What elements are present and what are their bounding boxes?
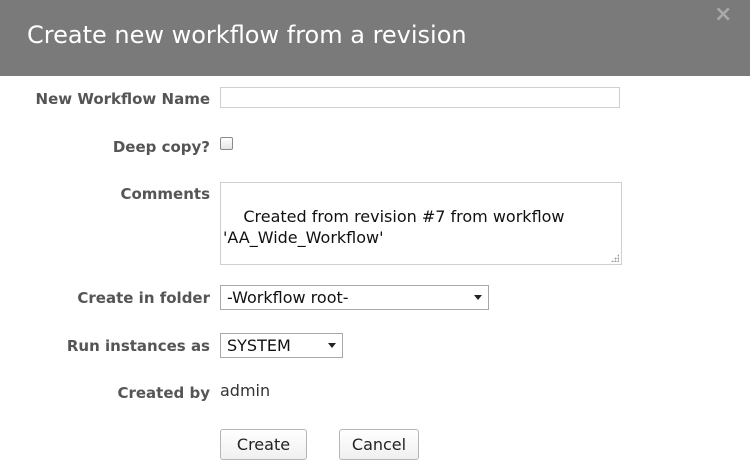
run-as-select[interactable]: SYSTEM xyxy=(220,333,343,358)
deep-copy-checkbox[interactable] xyxy=(220,137,233,150)
comments-text: Created from revision #7 from workflow '… xyxy=(223,207,570,247)
folder-select-value: -Workflow root- xyxy=(227,288,349,307)
created-by-label: Created by xyxy=(117,384,210,402)
workflow-name-input[interactable] xyxy=(220,87,620,108)
resize-grip-icon[interactable] xyxy=(611,254,619,262)
dialog-titlebar: Create new workflow from a revision × xyxy=(0,0,750,76)
chevron-down-icon xyxy=(474,295,482,300)
create-workflow-dialog: Create new workflow from a revision × Ne… xyxy=(0,0,750,470)
created-by-value: admin xyxy=(220,381,271,400)
deep-copy-label: Deep copy? xyxy=(112,138,210,156)
comments-label: Comments xyxy=(120,185,210,203)
dialog-title: Create new workflow from a revision xyxy=(27,21,467,49)
chevron-down-icon xyxy=(328,343,336,348)
comments-textarea[interactable]: Created from revision #7 from workflow '… xyxy=(220,182,622,265)
folder-select[interactable]: -Workflow root- xyxy=(220,285,489,310)
cancel-button[interactable]: Cancel xyxy=(339,429,419,460)
close-icon[interactable]: × xyxy=(714,4,732,26)
create-in-folder-label: Create in folder xyxy=(77,289,210,307)
workflow-name-label: New Workflow Name xyxy=(35,90,210,108)
run-as-select-value: SYSTEM xyxy=(227,336,291,355)
create-button[interactable]: Create xyxy=(220,429,307,460)
run-instances-as-label: Run instances as xyxy=(66,337,210,355)
